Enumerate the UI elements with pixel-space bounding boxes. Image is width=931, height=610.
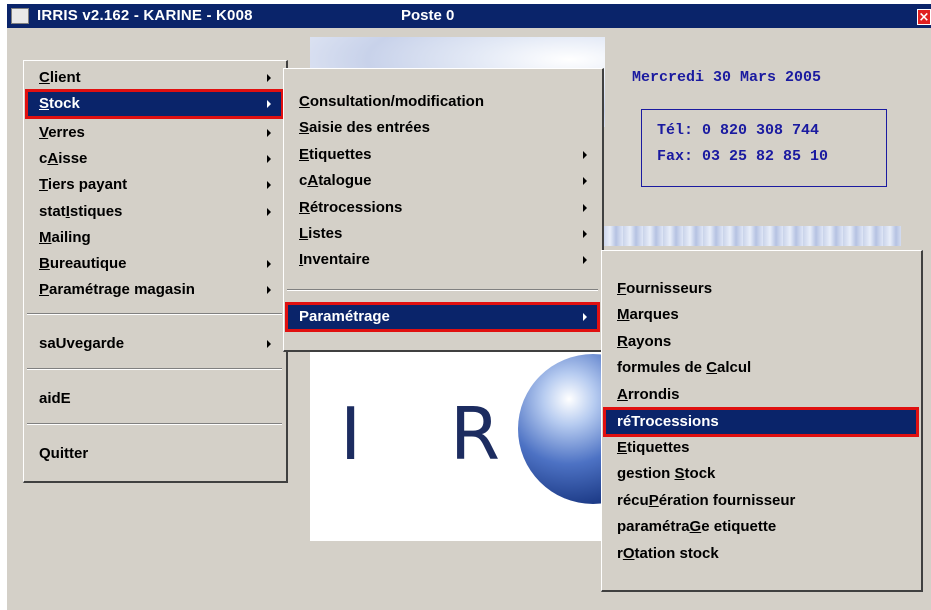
menu-item-catalogue[interactable]: cAtalogue [287, 168, 598, 194]
menu-item-recuperation-fournisseur[interactable]: récuPération fournisseur [605, 488, 917, 514]
menu-separator [27, 368, 282, 370]
current-date: Mercredi 30 Mars 2005 [632, 69, 822, 86]
menu-item-parametrage[interactable]: Paramétrage [285, 302, 600, 332]
menu-item-arrondis[interactable]: Arrondis [605, 382, 917, 408]
app-icon [11, 8, 29, 24]
window-title: IRRIS v2.162 - KARINE - K008 [37, 7, 253, 24]
submenu-arrow-icon [267, 286, 271, 294]
submenu-arrow-icon [583, 151, 587, 159]
submenu-arrow-icon [267, 100, 271, 108]
submenu-arrow-icon [267, 129, 271, 137]
submenu-arrow-icon [267, 74, 271, 82]
main-menu: Client Stock Verres cAisse Tiers payant … [23, 60, 288, 483]
menu-separator [27, 313, 282, 315]
menu-item-etiquettes-param[interactable]: Etiquettes [605, 435, 917, 461]
close-icon: × [918, 10, 930, 25]
menu-item-quitter[interactable]: Quitter [27, 441, 282, 467]
menu-item-retrocessions-param[interactable]: réTrocessions [603, 407, 919, 437]
menu-item-mailing[interactable]: Mailing [27, 225, 282, 251]
submenu-arrow-icon [583, 177, 587, 185]
menu-item-formules-de-calcul[interactable]: formules de Calcul [605, 355, 917, 381]
menu-item-tiers-payant[interactable]: Tiers payant [27, 172, 282, 198]
menu-item-etiquettes[interactable]: Etiquettes [287, 142, 598, 168]
submenu-arrow-icon [267, 260, 271, 268]
menu-item-listes[interactable]: Listes [287, 221, 598, 247]
menu-item-saisie-des-entrees[interactable]: Saisie des entrées [287, 115, 598, 141]
menu-item-inventaire[interactable]: Inventaire [287, 247, 598, 273]
menu-item-parametrage-magasin[interactable]: Paramétrage magasin [27, 277, 282, 303]
close-button[interactable]: × [917, 9, 931, 25]
menu-separator [287, 289, 598, 291]
app-window: IRRIS v2.162 - KARINE - K008 Poste 0 × I… [7, 4, 931, 610]
logo-letter-i: I [340, 392, 362, 476]
menu-item-rotation-stock[interactable]: rOtation stock [605, 541, 917, 567]
decorative-stripe [603, 226, 901, 246]
submenu-arrow-icon [583, 204, 587, 212]
menu-item-fournisseurs[interactable]: Fournisseurs [605, 276, 917, 302]
irris-logo: I R [310, 346, 610, 541]
menu-item-client[interactable]: Client [27, 65, 282, 91]
submenu-arrow-icon [583, 230, 587, 238]
menu-item-statistiques[interactable]: statIstiques [27, 199, 282, 225]
phone-number: Tél: 0 820 308 744 [657, 122, 820, 139]
contact-box: Tél: 0 820 308 744 Fax: 03 25 82 85 10 [641, 109, 887, 187]
stock-submenu: Consultation/modification Saisie des ent… [283, 68, 604, 352]
title-bar: IRRIS v2.162 - KARINE - K008 Poste 0 × [7, 4, 931, 28]
menu-item-caisse[interactable]: cAisse [27, 146, 282, 172]
menu-item-consultation-modification[interactable]: Consultation/modification [287, 89, 598, 115]
menu-item-marques[interactable]: Marques [605, 302, 917, 328]
menu-item-gestion-stock[interactable]: gestion Stock [605, 461, 917, 487]
logo-globe [518, 354, 610, 504]
submenu-arrow-icon [267, 155, 271, 163]
menu-item-retrocessions[interactable]: Rétrocessions [287, 195, 598, 221]
submenu-arrow-icon [583, 313, 587, 321]
menu-item-aide[interactable]: aidE [27, 386, 282, 412]
submenu-arrow-icon [267, 181, 271, 189]
menu-item-parametrage-etiquette[interactable]: paramétraGe etiquette [605, 514, 917, 540]
poste-label: Poste 0 [401, 7, 455, 24]
menu-item-sauvegarde[interactable]: saUvegarde [27, 331, 282, 357]
submenu-arrow-icon [583, 256, 587, 264]
menu-item-stock[interactable]: Stock [25, 89, 284, 119]
parametrage-submenu: Fournisseurs Marques Rayons formules de … [601, 250, 923, 592]
submenu-arrow-icon [267, 340, 271, 348]
logo-letter-r: R [450, 392, 501, 476]
menu-item-verres[interactable]: Verres [27, 120, 282, 146]
menu-item-bureautique[interactable]: Bureautique [27, 251, 282, 277]
menu-separator [27, 423, 282, 425]
submenu-arrow-icon [267, 208, 271, 216]
fax-number: Fax: 03 25 82 85 10 [657, 148, 829, 165]
menu-item-rayons[interactable]: Rayons [605, 329, 917, 355]
